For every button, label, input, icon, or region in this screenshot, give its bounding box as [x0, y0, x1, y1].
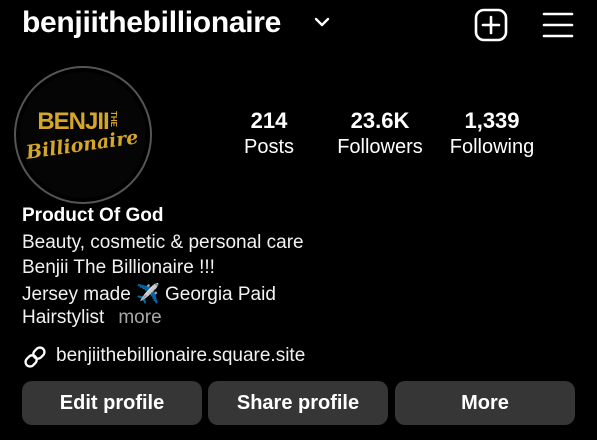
profile-header: benjiithebillionaire: [0, 0, 597, 50]
plus-square-icon[interactable]: [474, 8, 508, 42]
stat-posts-label: Posts: [243, 136, 295, 158]
hamburger-menu-icon[interactable]: [542, 10, 574, 40]
stat-followers[interactable]: 23.6K Followers: [325, 108, 435, 160]
stat-posts-value: 214: [250, 108, 288, 133]
edit-profile-button[interactable]: Edit profile: [22, 381, 202, 425]
link-icon: [24, 346, 46, 368]
bio-line: Hairstylist more: [22, 307, 162, 329]
stat-posts[interactable]: 214 Posts: [214, 108, 324, 160]
chevron-down-icon[interactable]: [314, 16, 330, 28]
avatar[interactable]: BENJII THE Billionaire: [13, 65, 153, 205]
bio-link-url[interactable]: benjiithebillionaire.square.site: [56, 345, 305, 367]
avatar-logo-side: THE: [109, 111, 118, 128]
stat-followers-label: Followers: [337, 136, 423, 158]
bio-line: Jersey made ✈️ Georgia Paid: [22, 282, 276, 306]
share-profile-button[interactable]: Share profile: [208, 381, 388, 425]
bio-line-text: Georgia Paid: [165, 284, 276, 305]
airplane-emoji: ✈️: [136, 284, 160, 305]
bio-more-link[interactable]: more: [118, 307, 161, 328]
stat-following-value: 1,339: [464, 108, 520, 133]
bio-line-text: Hairstylist: [22, 307, 105, 328]
bio-line: Benjii The Billionaire !!!: [22, 257, 215, 278]
more-button[interactable]: More: [395, 381, 575, 425]
stat-followers-value: 23.6K: [350, 108, 410, 133]
stat-following-label: Following: [449, 136, 535, 158]
bio-name: Product Of God: [22, 205, 164, 226]
bio-line-text: Jersey made: [22, 284, 131, 305]
bio-category: Beauty, cosmetic & personal care: [22, 232, 304, 253]
stat-following[interactable]: 1,339 Following: [437, 108, 547, 160]
profile-username[interactable]: benjiithebillionaire: [22, 6, 281, 40]
